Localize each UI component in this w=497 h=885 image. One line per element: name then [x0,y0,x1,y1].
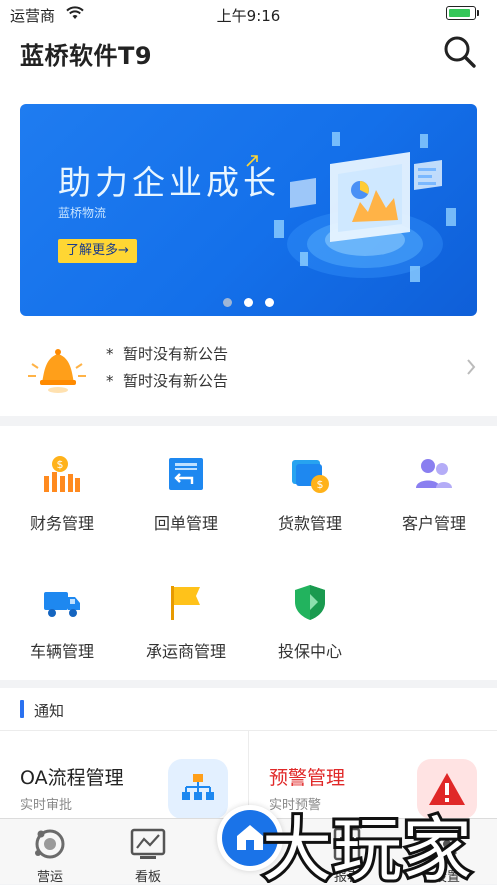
grid-item-label: 回单管理 [153,514,218,533]
customers-icon [416,459,452,488]
grid-item-label: 车辆管理 [29,642,94,661]
search-icon[interactable] [440,32,480,72]
carousel-dot[interactable] [223,298,232,307]
grid-item-payment[interactable]: $ 货款管理 [248,426,372,536]
notice-text: 暂时没有新公告 [123,372,229,390]
grid-item-receipt[interactable]: 回单管理 [124,426,248,536]
banner-section: 助力企业成长 蓝桥物流 了解更多→ * 暂时没有新公告 * 暂时没有新公告 [0,88,497,416]
status-bar: 运营商 上午9:16 [0,0,497,28]
bell-icon [28,349,86,393]
watermark: 大玩家 [259,806,475,883]
svg-text:$: $ [57,458,64,471]
tab-label: 看板 [134,870,161,885]
dashboard-icon [130,828,166,859]
card-title: OA流程管理 [20,767,124,789]
org-chart-icon [168,759,228,819]
section-accent-bar [20,700,24,718]
truck-icon [44,592,80,617]
tab-label: 营运 [36,870,63,885]
tab-dashboard[interactable]: 看板 [98,819,198,885]
grid-item-label: 货款管理 [277,514,342,533]
grid-item-insurance[interactable]: 投保中心 [248,554,372,664]
grid-item-label: 承运商管理 [145,642,226,661]
grid-item-label: 客户管理 [401,514,466,533]
banner-subtitle: 蓝桥物流 [58,206,107,220]
battery-tip [477,10,479,16]
arrow-up-icon [246,155,258,167]
notification-header: 通知 [0,688,497,731]
notice-item[interactable]: * 暂时没有新公告 [106,370,228,391]
card-title: 预警管理 [269,767,346,789]
promo-banner[interactable]: 助力企业成长 蓝桥物流 了解更多→ [20,104,477,316]
status-time: 上午9:16 [216,7,281,25]
notice-text: 暂时没有新公告 [123,345,229,363]
carousel-dots[interactable] [20,292,477,307]
carousel-dot[interactable] [244,298,253,307]
grid-item-label: 投保中心 [277,642,342,661]
shield-icon [295,585,325,620]
dashboard-illustration [274,132,456,282]
carousel-dot[interactable] [265,298,274,307]
svg-text:$: $ [317,478,324,491]
card-subtitle: 实时审批 [20,798,73,813]
grid-item-finance[interactable]: $ 财务管理 [0,426,124,536]
svg-text:大玩家: 大玩家 [262,809,472,883]
finance-chart-icon: $ [44,456,80,492]
receipt-return-icon [169,458,203,490]
grid-item-vehicles[interactable]: 车辆管理 [0,554,124,664]
grid-item-label: 财务管理 [29,514,94,533]
oa-workflow-card[interactable]: OA流程管理 实时审批 [0,731,248,821]
battery-level [449,9,470,17]
tab-operations[interactable]: 营运 [0,819,100,885]
grid-item-carriers[interactable]: 承运商管理 [124,554,248,664]
flag-icon [171,586,200,620]
app-header: 蓝桥软件T9 [0,28,497,88]
page-title: 蓝桥软件T9 [20,42,153,70]
wallet-coin-icon: $ [292,460,329,493]
notice-item[interactable]: * 暂时没有新公告 [106,343,228,364]
operations-icon [35,829,65,859]
function-grid: $ 财务管理 回单管理 $ 货款管理 客户管理 车辆管理 承运商管理 投保中心 [0,426,497,680]
battery-icon [446,6,476,20]
chevron-right-icon[interactable] [464,356,478,378]
grid-item-customers[interactable]: 客户管理 [372,426,496,536]
learn-more-button[interactable]: 了解更多→ [58,239,137,263]
notification-label: 通知 [34,702,65,720]
